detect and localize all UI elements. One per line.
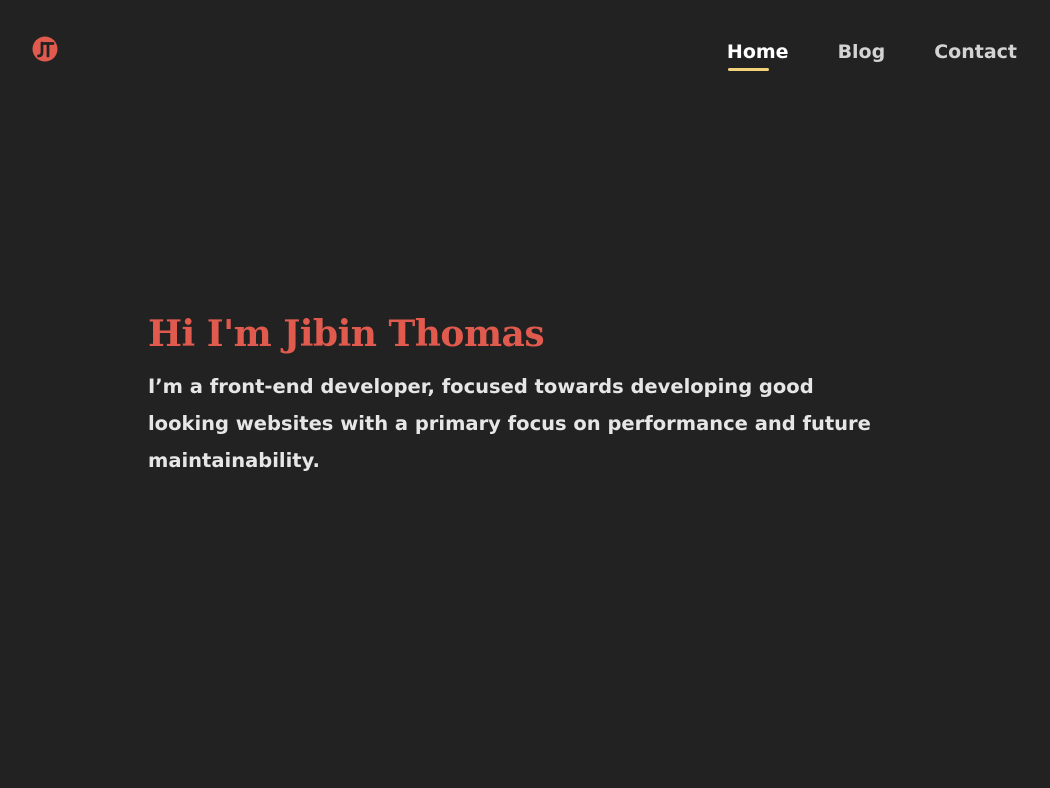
hero-section: Hi I'm Jibin Thomas I’m a front-end deve… bbox=[148, 310, 908, 479]
nav-home-link[interactable]: Home bbox=[726, 38, 789, 71]
nav-active-underline bbox=[727, 68, 769, 71]
logo-circle bbox=[32, 36, 58, 62]
nav-blog-link[interactable]: Blog bbox=[838, 38, 886, 66]
nav-contact-link[interactable]: Contact bbox=[934, 38, 1017, 66]
jt-logo-icon[interactable] bbox=[32, 36, 58, 62]
hero-title: Hi I'm Jibin Thomas bbox=[148, 313, 545, 355]
nav-contact-label: Contact bbox=[934, 41, 1017, 63]
nav-home-label: Home bbox=[726, 41, 789, 63]
site-header: Home Blog Contact bbox=[0, 0, 1050, 100]
nav-blog-label: Blog bbox=[837, 41, 886, 63]
main-nav: Home Blog Contact bbox=[726, 38, 1017, 71]
hero-description: I’m a front-end developer, focused towar… bbox=[148, 375, 871, 472]
